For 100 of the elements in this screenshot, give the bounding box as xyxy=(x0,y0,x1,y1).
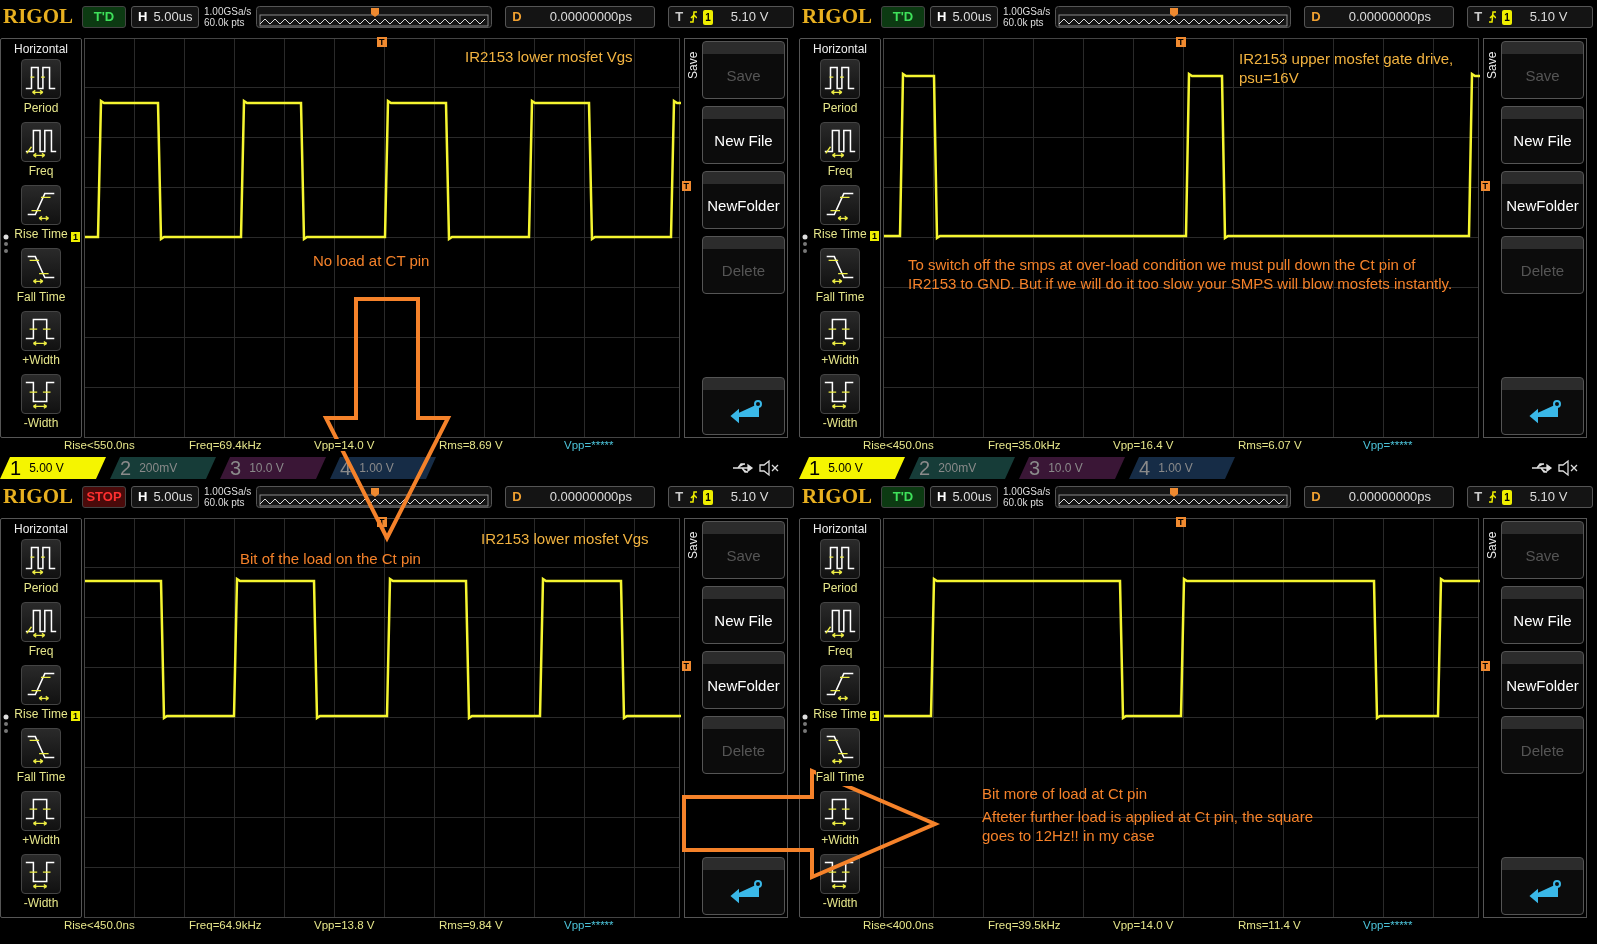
measure-label: Fall Time xyxy=(815,768,865,786)
menu-tab-label: Save xyxy=(1483,50,1500,79)
measure-button[interactable] xyxy=(820,539,860,579)
measure-button[interactable] xyxy=(820,602,860,642)
measure-button[interactable] xyxy=(820,185,860,225)
channel-marker: 1 xyxy=(71,711,80,721)
back-button[interactable] xyxy=(1501,377,1584,435)
sidebar-title: Horizontal xyxy=(14,41,68,58)
measure-button[interactable] xyxy=(820,122,860,162)
annotation-text: To switch off the smps at over-load condition we must pull down the Ct pin of IR2153 to GND. But if we will do it too slow your SMPS will blow mosfets instantly. xyxy=(908,255,1454,293)
trigger-source-tag: 1 xyxy=(1502,9,1512,25)
channel-tab[interactable]: 1 5.00 V xyxy=(0,457,106,479)
measure-button[interactable] xyxy=(21,791,61,831)
menu-tab-label: Save xyxy=(1483,530,1500,559)
channel-number: 1 xyxy=(10,456,22,480)
channel-number: 2 xyxy=(919,456,931,480)
channel-scale: 5.00 V xyxy=(828,460,863,477)
trigger-display: T 1 5.10 V xyxy=(1467,6,1594,28)
channel-tab[interactable]: 1 5.00 V xyxy=(799,457,905,479)
measure-button[interactable] xyxy=(21,59,61,99)
channel-marker: 1 xyxy=(870,231,879,241)
channel-number: 4 xyxy=(1139,456,1151,480)
trigger-level-marker: T xyxy=(1480,181,1490,191)
channel-scale: 5.00 V xyxy=(29,460,64,477)
page-indicator-icon xyxy=(802,234,808,254)
menu-button[interactable]: New File xyxy=(702,106,785,164)
measurement-text: Vpp=***** xyxy=(1363,439,1413,452)
back-button[interactable] xyxy=(702,857,785,915)
measurement-text: Rms=11.4 V xyxy=(1238,919,1301,932)
measure-button[interactable] xyxy=(820,311,860,351)
channel-scale: 10.0 V xyxy=(1048,460,1083,477)
measure-button[interactable] xyxy=(21,374,61,414)
trigger-display: T 1 5.10 V xyxy=(668,6,795,28)
trigger-display: T 1 5.10 V xyxy=(1467,486,1594,508)
mute-icon xyxy=(758,459,780,477)
trigger-position-marker: T xyxy=(377,37,387,47)
measure-button[interactable] xyxy=(21,248,61,288)
timebase-display: H 5.00us xyxy=(131,6,199,28)
usb-icon xyxy=(1531,462,1553,474)
annotation-text: IR2153 lower mosfet Vgs xyxy=(465,47,634,66)
measurement-text: Rise<450.0ns xyxy=(64,919,135,932)
menu-button[interactable]: NewFolder xyxy=(1501,651,1584,709)
run-status: STOP xyxy=(82,486,126,508)
measurement-text: Vpp=***** xyxy=(564,919,614,932)
sample-rate-text: 1.00GSa/s 60.0k pts xyxy=(1003,486,1051,508)
channel-number: 2 xyxy=(120,456,132,480)
back-button[interactable] xyxy=(1501,857,1584,915)
measurement-text: Freq=35.0kHz xyxy=(988,439,1061,452)
trigger-level-marker: T xyxy=(681,181,691,191)
delay-display: D 0.00000000ps xyxy=(505,486,656,508)
annotation-text: IR2153 upper mosfet gate drive, psu=16V xyxy=(1239,49,1455,87)
measurement-text: Vpp=14.0 V xyxy=(1113,919,1174,932)
rising-edge-icon xyxy=(1488,10,1497,24)
rising-edge-icon xyxy=(1488,490,1497,504)
mute-icon xyxy=(1557,459,1579,477)
measure-button[interactable] xyxy=(21,185,61,225)
measurement-text: Freq=69.4kHz xyxy=(189,439,262,452)
measure-button[interactable] xyxy=(21,854,61,894)
menu-button[interactable]: New File xyxy=(702,586,785,644)
channel-scale: 200mV xyxy=(139,460,178,477)
measure-button[interactable] xyxy=(820,665,860,705)
trigger-source-tag: 1 xyxy=(703,9,713,25)
measure-button[interactable] xyxy=(21,539,61,579)
measure-button[interactable] xyxy=(820,248,860,288)
annotation-text: Afteter further load is applied at Ct pin, the square goes to 12Hz!! in my case xyxy=(982,807,1315,845)
measure-button[interactable] xyxy=(21,311,61,351)
measurement-text: Rise<450.0ns xyxy=(863,439,934,452)
channel-marker: 1 xyxy=(870,711,879,721)
channel-tab[interactable]: 3 10.0 V xyxy=(220,457,326,479)
measure-button[interactable] xyxy=(21,602,61,642)
measure-button[interactable] xyxy=(21,122,61,162)
measure-button[interactable] xyxy=(820,59,860,99)
back-button[interactable] xyxy=(702,377,785,435)
sample-rate-text: 1.00GSa/s 60.0k pts xyxy=(204,486,252,508)
measure-button[interactable] xyxy=(21,728,61,768)
menu-button[interactable]: NewFolder xyxy=(702,171,785,229)
delay-display: D 0.00000000ps xyxy=(1304,486,1455,508)
page-indicator-icon xyxy=(3,234,9,254)
menu-button[interactable]: NewFolder xyxy=(702,651,785,709)
annotation-text: Bit more of load at Ct pin xyxy=(982,784,1149,803)
menu-button[interactable]: NewFolder xyxy=(1501,171,1584,229)
measure-button[interactable] xyxy=(820,791,860,831)
timebase-display: H 5.00us xyxy=(131,486,199,508)
channel-tab[interactable]: 4 1.00 V xyxy=(1129,457,1235,479)
channel-tab[interactable]: 2 200mV xyxy=(110,457,216,479)
measure-button[interactable] xyxy=(820,728,860,768)
delay-display: D 0.00000000ps xyxy=(505,6,656,28)
channel-tab[interactable]: 2 200mV xyxy=(909,457,1015,479)
run-status: T'D xyxy=(82,6,126,28)
channel-tab[interactable]: 3 10.0 V xyxy=(1019,457,1125,479)
channel-number: 1 xyxy=(809,456,821,480)
measure-button[interactable] xyxy=(820,374,860,414)
channel-scale: 1.00 V xyxy=(1158,460,1193,477)
usb-icon xyxy=(732,462,754,474)
menu-button[interactable]: New File xyxy=(1501,106,1584,164)
channel-number: 3 xyxy=(230,456,242,480)
menu-button[interactable]: New File xyxy=(1501,586,1584,644)
measure-button[interactable] xyxy=(21,665,61,705)
trigger-source-tag: 1 xyxy=(703,489,713,505)
measurement-text: Vpp=13.8 V xyxy=(314,919,375,932)
